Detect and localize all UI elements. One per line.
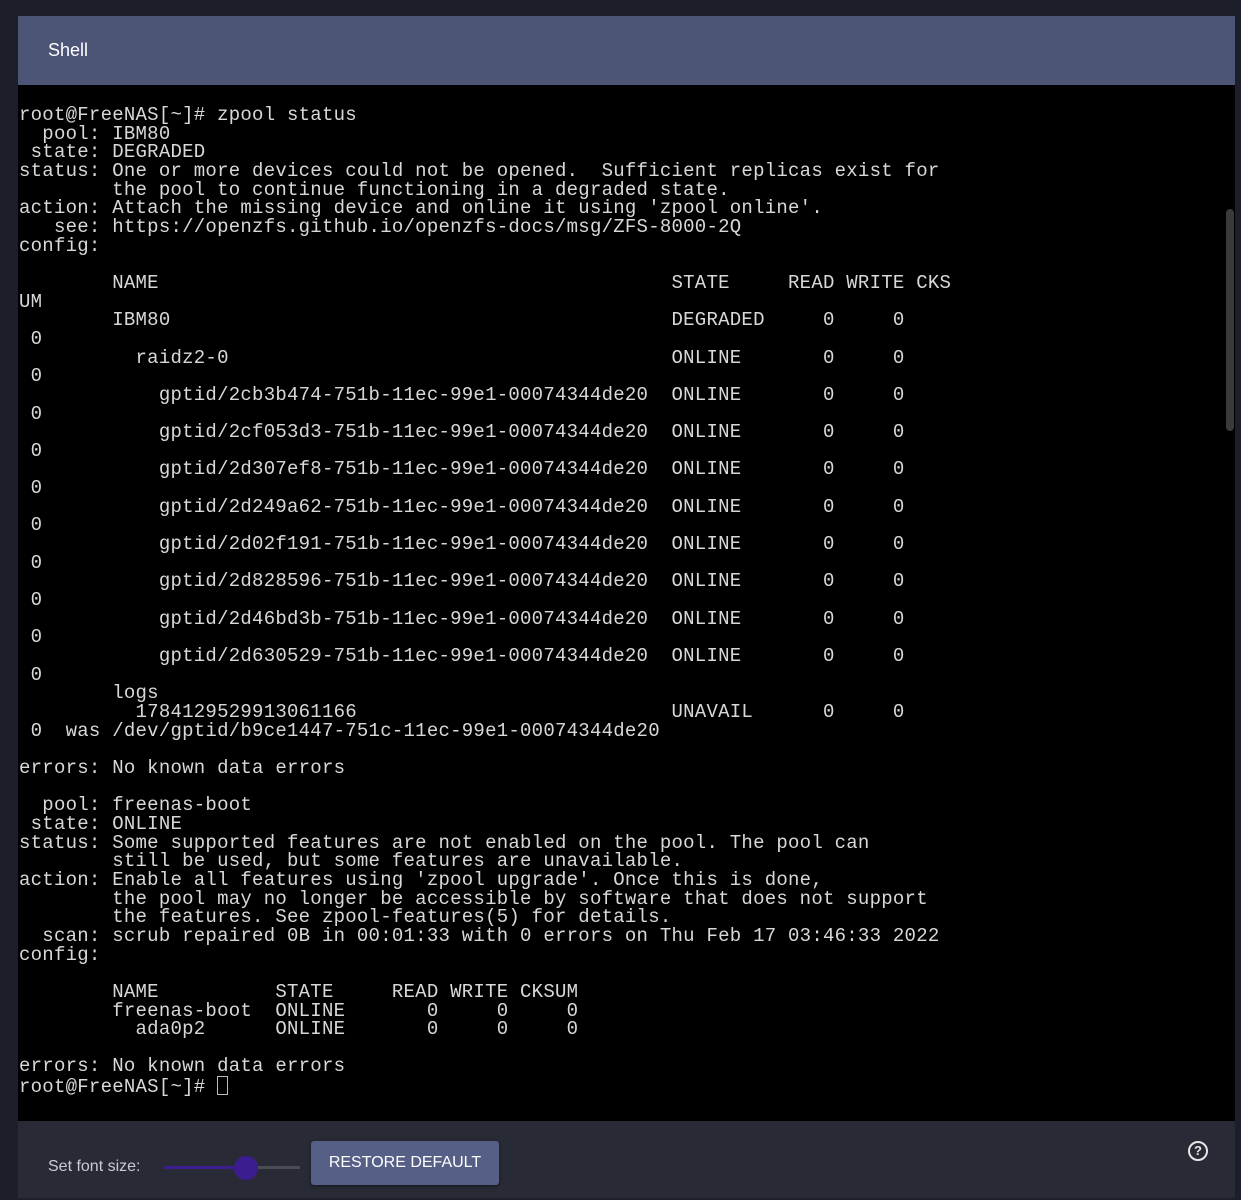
scrollbar-thumb[interactable] bbox=[1226, 209, 1234, 431]
terminal-line: scan: scrub repaired 0B in 00:01:33 with… bbox=[42, 924, 940, 947]
font-size-label: Set font size: bbox=[48, 1158, 141, 1175]
terminal-line: see: https://openzfs.github.io/openzfs-d… bbox=[53, 215, 742, 238]
terminal-line: gptid/2d828596-751b-11ec-99e1-00074344de… bbox=[158, 570, 905, 593]
terminal-line: gptid/2d46bd3b-751b-11ec-99e1-00074344de… bbox=[158, 607, 905, 630]
terminal-output: root@FreeNAS[~]# zpool status pool: IBM8… bbox=[19, 106, 951, 1097]
terminal-prompt: root@FreeNAS[~]# bbox=[19, 1076, 218, 1099]
terminal-line: gptid/2d02f191-751b-11ec-99e1-00074344de… bbox=[158, 533, 905, 556]
terminal-cursor bbox=[217, 1076, 229, 1096]
terminal-line: errors: No known data errors bbox=[19, 1055, 346, 1078]
window-title: Shell bbox=[18, 16, 1235, 85]
restore-default-button[interactable]: RESTORE DEFAULT bbox=[311, 1141, 499, 1185]
terminal-line: IBM80 DEGRADED 0 0 bbox=[112, 309, 905, 332]
terminal-lines: root@FreeNAS[~]# zpool status pool: IBM8… bbox=[19, 104, 951, 1077]
terminal-line: errors: No known data errors bbox=[19, 756, 346, 779]
terminal-line: gptid/2d630529-751b-11ec-99e1-00074344de… bbox=[158, 645, 905, 668]
terminal-scrollbar[interactable] bbox=[1225, 85, 1235, 1121]
terminal-line: 0 was /dev/gptid/b9ce1447-751c-11ec-99e1… bbox=[30, 719, 660, 742]
terminal-line: NAME STATE READ WRITE CKS bbox=[112, 271, 952, 294]
terminal-line: raidz2-0 ONLINE 0 0 bbox=[135, 346, 905, 369]
terminal[interactable]: root@FreeNAS[~]# zpool status pool: IBM8… bbox=[18, 85, 1225, 1121]
help-circle-icon[interactable]: ? bbox=[1188, 1141, 1208, 1161]
shell-panel: Shell root@FreeNAS[~]# zpool status pool… bbox=[18, 16, 1235, 1198]
terminal-line: gptid/2d249a62-751b-11ec-99e1-00074344de… bbox=[158, 495, 905, 518]
terminal-line: ada0p2 ONLINE 0 0 0 bbox=[135, 1018, 579, 1041]
terminal-line: config: bbox=[19, 943, 101, 966]
terminal-line: gptid/2cf053d3-751b-11ec-99e1-00074344de… bbox=[158, 421, 905, 444]
terminal-line: gptid/2d307ef8-751b-11ec-99e1-00074344de… bbox=[158, 458, 905, 481]
font-size-slider-knob[interactable] bbox=[234, 1156, 258, 1180]
terminal-line: gptid/2cb3b474-751b-11ec-99e1-00074344de… bbox=[158, 383, 905, 406]
terminal-line: config: bbox=[19, 234, 101, 257]
footer-toolbar: Set font size: RESTORE DEFAULT ? bbox=[18, 1121, 1235, 1198]
